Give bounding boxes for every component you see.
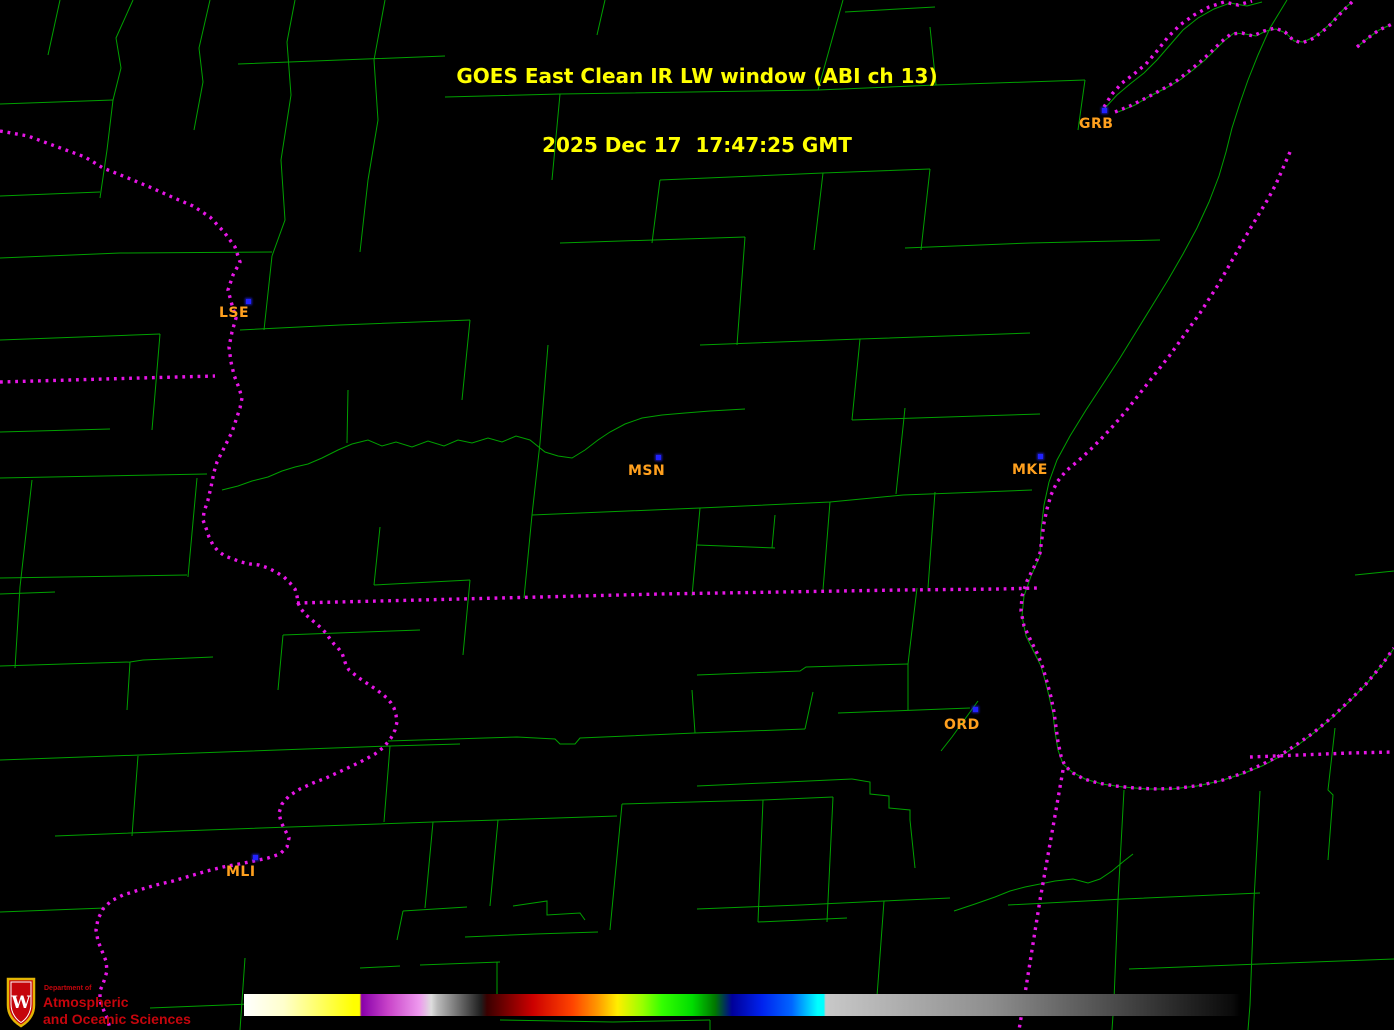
lake-michigan-shoreline-border: [1019, 151, 1394, 791]
in-mi-border: [1249, 750, 1394, 759]
title-line-1: GOES East Clean IR LW window (ABI ch 13): [456, 64, 938, 88]
svg-text:W: W: [10, 993, 31, 1013]
lake-michigan-green-shoreline: [1021, 0, 1394, 790]
station-label-grb: GRB: [1079, 116, 1114, 132]
mississippi-river-border: [0, 129, 399, 1030]
station-label-ord: ORD: [944, 717, 980, 733]
il-in-border: [1017, 769, 1065, 1030]
uw-crest-icon: W: [6, 977, 36, 1028]
station-label-mli: MLI: [226, 864, 256, 880]
station-marker-mli: [253, 855, 258, 860]
station-marker-msn: [656, 455, 661, 460]
image-title: GOES East Clean IR LW window (ABI ch 13)…: [456, 19, 937, 203]
station-marker-ord: [973, 707, 978, 712]
station-marker-grb: [1102, 108, 1107, 113]
logo-dept-text: Department of: [44, 985, 92, 992]
colorbar: [244, 994, 1240, 1016]
satellite-viewer-screen: GOES East Clean IR LW window (ABI ch 13)…: [0, 0, 1394, 1030]
wisconsin-river-line: [221, 408, 746, 491]
logo-line-1: Atmospheric: [43, 994, 129, 1010]
station-marker-mke: [1038, 454, 1043, 459]
station-marker-lse: [246, 299, 251, 304]
washington-island-border: [1355, 21, 1394, 49]
aos-logo: W Department of Atmospheric and Oceanic …: [6, 976, 206, 1030]
title-line-2: 2025 Dec 17 17:47:25 GMT: [542, 133, 852, 157]
station-label-mke: MKE: [1012, 462, 1048, 478]
logo-line-2: and Oceanic Sciences: [43, 1011, 191, 1027]
shoreline-lines-layer: [1021, 0, 1394, 790]
wi-il-border: [296, 586, 1039, 605]
mn-ia-border: [0, 374, 216, 384]
door-peninsula-border: [1102, 0, 1253, 108]
station-label-msn: MSN: [628, 463, 666, 479]
station-label-lse: LSE: [219, 305, 250, 321]
door-peninsula-green-shoreline: [1104, 1, 1263, 109]
